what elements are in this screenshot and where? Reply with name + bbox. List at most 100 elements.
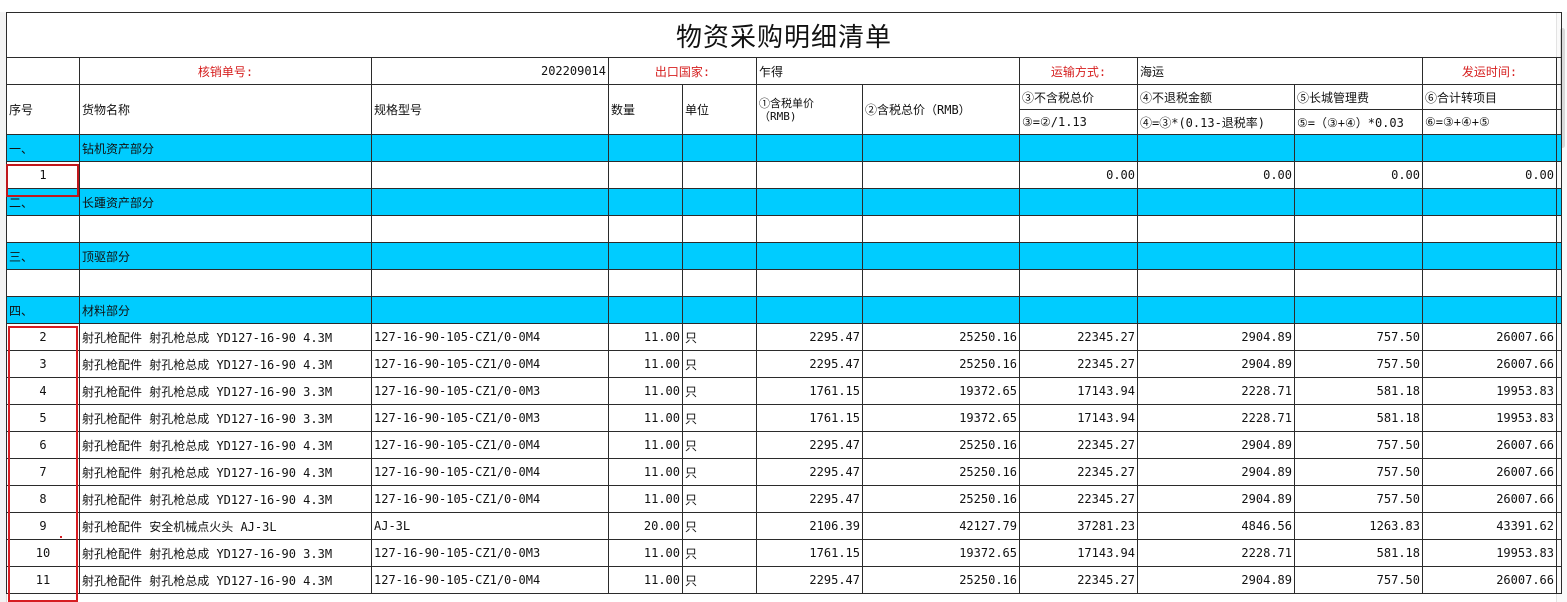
row-spec[interactable]: 127-16-90-105-CZ1/0-0M4 [371,458,609,486]
row-notax[interactable]: 17143.94 [1019,377,1138,405]
formula-norefund[interactable]: ④=③*(0.13-退税率) [1137,109,1295,135]
row-norefund[interactable]: 2228.71 [1137,377,1295,405]
cell[interactable] [6,57,80,85]
row-name[interactable]: 射孔枪配件 射孔枪总成 YD127-16-90 4.3M [79,350,372,378]
row-notax[interactable]: 22345.27 [1019,485,1138,513]
row-notax[interactable]: 22345.27 [1019,323,1138,351]
row-price[interactable]: 2106.39 [756,512,863,540]
row-total[interactable]: 25250.16 [862,431,1020,459]
header-spec[interactable]: 规格型号 [371,84,609,135]
row-sum[interactable]: 26007.66 [1422,566,1557,594]
row-sum[interactable]: 26007.66 [1422,323,1557,351]
row-fee[interactable]: 757.50 [1294,431,1423,459]
row-total[interactable]: 19372.65 [862,404,1020,432]
row-fee[interactable]: 581.18 [1294,404,1423,432]
row-price[interactable]: 2295.47 [756,566,863,594]
header-unit-price[interactable]: ①含税单价 （RMB) [756,84,863,135]
row-spec[interactable]: 127-16-90-105-CZ1/0-0M4 [371,350,609,378]
header-qty[interactable]: 数量 [608,84,683,135]
row-spec[interactable]: 127-16-90-105-CZ1/0-0M4 [371,323,609,351]
row-qty[interactable]: 11.00 [608,431,683,459]
row-unit[interactable]: 只 [682,566,757,594]
section-name[interactable]: 长踵资产部分 [79,188,372,216]
row-price[interactable]: 2295.47 [756,458,863,486]
row-norefund[interactable]: 2904.89 [1137,350,1295,378]
row-total[interactable]: 25250.16 [862,350,1020,378]
country-label[interactable]: 出口国家: [608,57,757,85]
row-qty[interactable]: 11.00 [608,350,683,378]
row-fee[interactable]: 757.50 [1294,350,1423,378]
formula-sum[interactable]: ⑥=③+④+⑤ [1422,109,1557,135]
row-unit[interactable]: 只 [682,431,757,459]
row-total[interactable]: 25250.16 [862,485,1020,513]
row-fee[interactable]: 1263.83 [1294,512,1423,540]
row-sum[interactable]: 26007.66 [1422,431,1557,459]
row-unit[interactable]: 只 [682,539,757,567]
row-price[interactable]: 2295.47 [756,485,863,513]
row-sum[interactable]: 0.00 [1422,161,1557,189]
row-name[interactable]: 射孔枪配件 射孔枪总成 YD127-16-90 4.3M [79,566,372,594]
row-fee[interactable]: 757.50 [1294,323,1423,351]
row-fee[interactable]: 581.18 [1294,377,1423,405]
row-norefund[interactable]: 2228.71 [1137,404,1295,432]
header-norefund[interactable]: ④不退税金额 [1137,84,1295,110]
row-sum[interactable]: 26007.66 [1422,485,1557,513]
row-total[interactable]: 25250.16 [862,458,1020,486]
row-unit[interactable]: 只 [682,485,757,513]
row-notax[interactable]: 17143.94 [1019,539,1138,567]
row-name[interactable]: 射孔枪配件 射孔枪总成 YD127-16-90 3.3M [79,404,372,432]
section-name[interactable]: 钻机资产部分 [79,134,372,162]
row-total[interactable]: 25250.16 [862,323,1020,351]
row-fee[interactable]: 757.50 [1294,458,1423,486]
transport-value[interactable]: 海运 [1137,57,1423,85]
row-unit[interactable]: 只 [682,404,757,432]
row-spec[interactable]: 127-16-90-105-CZ1/0-0M4 [371,431,609,459]
row-notax[interactable]: 22345.27 [1019,431,1138,459]
formula-notax[interactable]: ③=②/1.13 [1019,109,1138,135]
row-price[interactable]: 2295.47 [756,350,863,378]
section-number[interactable]: 一、 [6,134,80,162]
row-qty[interactable]: 11.00 [608,404,683,432]
row-name[interactable]: 射孔枪配件 射孔枪总成 YD127-16-90 4.3M [79,323,372,351]
header-seq[interactable]: 序号 [6,84,80,135]
row-norefund[interactable]: 0.00 [1137,161,1295,189]
order-number[interactable]: 202209014 [371,57,609,85]
row-spec[interactable]: 127-16-90-105-CZ1/0-0M3 [371,377,609,405]
row-qty[interactable]: 20.00 [608,512,683,540]
row-sum[interactable]: 19953.83 [1422,539,1557,567]
row-norefund[interactable]: 2904.89 [1137,485,1295,513]
section-number[interactable]: 三、 [6,242,80,270]
row-unit[interactable]: 只 [682,350,757,378]
row-norefund[interactable]: 4846.56 [1137,512,1295,540]
row-qty[interactable]: 11.00 [608,323,683,351]
row-unit[interactable]: 只 [682,377,757,405]
row-unit[interactable]: 只 [682,323,757,351]
section-number[interactable]: 四、 [6,296,80,324]
row-name[interactable]: 射孔枪配件 射孔枪总成 YD127-16-90 3.3M [79,539,372,567]
row-total[interactable]: 25250.16 [862,566,1020,594]
row-notax[interactable]: 22345.27 [1019,566,1138,594]
formula-fee[interactable]: ⑤=（③+④）*0.03 [1294,109,1423,135]
header-fee[interactable]: ⑤长城管理费 [1294,84,1423,110]
row-notax[interactable]: 22345.27 [1019,350,1138,378]
row-sum[interactable]: 26007.66 [1422,350,1557,378]
cell[interactable] [1556,57,1562,85]
row-total[interactable]: 42127.79 [862,512,1020,540]
row-notax[interactable]: 0.00 [1019,161,1138,189]
ship-time-label[interactable]: 发运时间: [1422,57,1557,85]
row-spec[interactable]: 127-16-90-105-CZ1/0-0M4 [371,566,609,594]
row-sum[interactable]: 19953.83 [1422,404,1557,432]
row-notax[interactable]: 22345.27 [1019,458,1138,486]
row-spec[interactable]: 127-16-90-105-CZ1/0-0M4 [371,485,609,513]
row-price[interactable]: 1761.15 [756,539,863,567]
cell[interactable] [1556,109,1562,135]
row-spec[interactable]: AJ-3L [371,512,609,540]
row-name[interactable]: 射孔枪配件 安全机械点火头 AJ-3L [79,512,372,540]
row-spec[interactable]: 127-16-90-105-CZ1/0-0M3 [371,539,609,567]
row-notax[interactable]: 17143.94 [1019,404,1138,432]
row-fee[interactable]: 757.50 [1294,566,1423,594]
row-name[interactable]: 射孔枪配件 射孔枪总成 YD127-16-90 3.3M [79,377,372,405]
row-qty[interactable]: 11.00 [608,377,683,405]
row-qty[interactable]: 11.00 [608,539,683,567]
row-name[interactable]: 射孔枪配件 射孔枪总成 YD127-16-90 4.3M [79,458,372,486]
